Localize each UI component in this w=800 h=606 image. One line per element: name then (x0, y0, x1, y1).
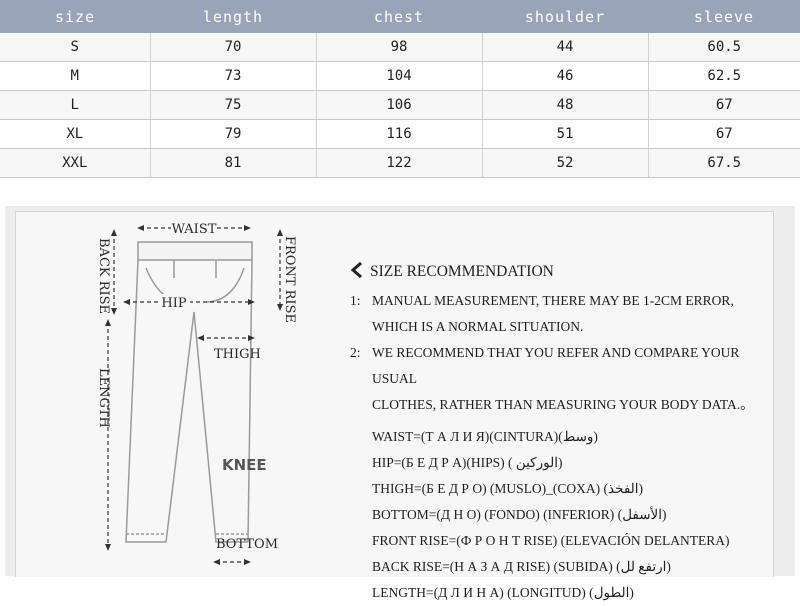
table-cell: 79 (150, 119, 317, 149)
list-item: WAIST=(Т А Л И Я)(CINTURA)(وسط) (372, 429, 598, 444)
table-row: L 75 106 48 67 (0, 90, 800, 120)
table-cell: XXL (0, 148, 151, 178)
table-cell: S (0, 33, 151, 62)
note-2: 2: WE RECOMMEND THAT YOU REFER AND COMPA… (350, 340, 770, 418)
table-row: S 70 98 44 60.5 (0, 33, 800, 62)
size-chart-table: size length chest shoulder sleeve S 70 9… (0, 0, 800, 178)
table-cell: 73 (150, 61, 317, 91)
header-length: length (150, 0, 316, 33)
list-item: THIGH=(Б Е Д Р О) (MUSLO)_(COXA) (الفخذ) (372, 481, 644, 496)
thigh-label: THIGH (214, 347, 261, 362)
note-number: 1: (350, 293, 361, 308)
table-cell: 51 (482, 119, 649, 149)
table-cell: XL (0, 119, 151, 149)
note-line: CLOTHES, RATHER THAN MEASURING YOUR BODY… (372, 397, 754, 412)
table-cell: 70 (150, 33, 317, 62)
table-cell: 67.5 (648, 148, 800, 178)
table-cell: 62.5 (648, 61, 800, 91)
table-cell: M (0, 61, 151, 91)
header-size: size (0, 0, 150, 33)
measurement-guide-panel: WAIST BACK RISE FRONT RISE HIP THIGH LEN… (5, 206, 795, 600)
table-cell: 48 (482, 90, 649, 120)
list-item: BACK RISE=(Н А З А Д RISE) (SUBIDA) (ارت… (372, 559, 671, 574)
size-table-header-row: size length chest shoulder sleeve (0, 0, 800, 33)
chevron-left-icon (350, 261, 364, 283)
table-cell: 52 (482, 148, 649, 178)
header-sleeve: sleeve (648, 0, 800, 33)
table-cell: 75 (150, 90, 317, 120)
table-cell: 122 (316, 148, 483, 178)
size-recommendation: SIZE RECOMMENDATION 1: MANUAL MEASUREMEN… (350, 261, 770, 606)
list-item: HIP=(Б Е Д Р А)(HIPS) ( الوركين) (372, 455, 563, 470)
hip-label: HIP (161, 296, 186, 311)
table-cell: 67 (648, 119, 800, 149)
table-row: XXL 81 122 52 67.5 (0, 148, 800, 178)
table-cell: 60.5 (648, 33, 800, 62)
note-line: WE RECOMMEND THAT YOU REFER AND COMPARE … (372, 345, 740, 386)
table-cell: 81 (150, 148, 317, 178)
table-cell: 106 (316, 90, 483, 120)
table-cell: 98 (316, 33, 483, 62)
knee-label: KNEE (222, 456, 267, 474)
table-row: XL 79 116 51 67 (0, 119, 800, 149)
measurement-translations: WAIST=(Т А Л И Я)(CINTURA)(وسط) HIP=(Б Е… (350, 424, 770, 606)
table-cell: 104 (316, 61, 483, 91)
list-item: LENGTH=(Д Л И Н А) (LONGITUD) (الطول) (372, 585, 634, 600)
bottom-label: BOTTOM (216, 537, 278, 552)
list-item: BOTTOM=(Д Н О) (FONDO) (INFERIOR) (الأسف… (372, 507, 667, 522)
table-cell: 67 (648, 90, 800, 120)
waist-label: WAIST (172, 222, 217, 237)
header-chest: chest (316, 0, 482, 33)
measurement-guide-card: WAIST BACK RISE FRONT RISE HIP THIGH LEN… (15, 211, 774, 600)
note-1: 1: MANUAL MEASUREMENT, THERE MAY BE 1-2C… (350, 288, 770, 340)
table-cell: 46 (482, 61, 649, 91)
pants-measurement-diagram: WAIST BACK RISE FRONT RISE HIP THIGH LEN… (96, 220, 296, 565)
header-shoulder: shoulder (482, 0, 648, 33)
list-item: FRONT RISE=(Ф Р О Н Т RISE) (ELEVACIÓN D… (372, 533, 730, 548)
length-label: LENGTH (96, 368, 111, 428)
note-line: WHICH IS A NORMAL SITUATION. (372, 319, 584, 334)
table-cell: L (0, 90, 151, 120)
front-rise-label: FRONT RISE (282, 236, 296, 323)
measurement-arrows (105, 225, 283, 565)
recommendation-title: SIZE RECOMMENDATION (350, 261, 770, 283)
table-row: M 73 104 46 62.5 (0, 61, 800, 91)
table-cell: 116 (316, 119, 483, 149)
note-number: 2: (350, 345, 361, 360)
back-rise-label: BACK RISE (96, 238, 111, 314)
note-line: MANUAL MEASUREMENT, THERE MAY BE 1-2CM E… (372, 293, 734, 308)
pants-outline-icon (125, 241, 253, 543)
table-cell: 44 (482, 33, 649, 62)
recommendation-title-text: SIZE RECOMMENDATION (370, 263, 554, 280)
